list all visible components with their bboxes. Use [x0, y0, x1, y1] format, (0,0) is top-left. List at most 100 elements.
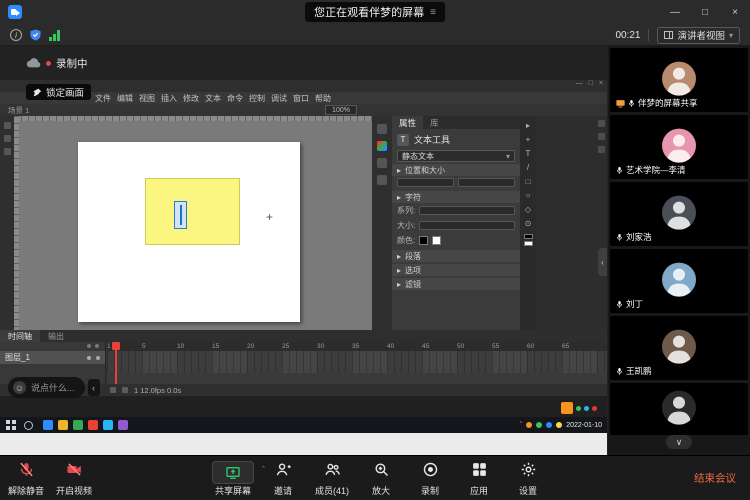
animate-close-icon[interactable]: × — [599, 80, 603, 87]
participant-tile[interactable]: 艺术学院—李清 — [610, 115, 748, 179]
share-screen-button[interactable]: ˆ 共享屏幕 — [212, 461, 254, 497]
participant-tile[interactable]: 王凯鹏 — [610, 316, 748, 380]
menu-item[interactable]: 修改 — [180, 93, 202, 104]
network-signal-icon[interactable] — [49, 30, 60, 41]
dock-icon[interactable] — [4, 148, 11, 155]
fill-color-chip[interactable] — [432, 236, 441, 245]
tray-icon[interactable] — [536, 422, 542, 428]
font-family-field[interactable] — [419, 206, 515, 215]
tab-library[interactable]: 库 — [423, 116, 446, 129]
share-screen-tile[interactable] — [212, 461, 254, 484]
rectangle-tool-icon[interactable]: □ — [526, 175, 531, 187]
visibility-icon[interactable] — [87, 344, 91, 348]
text-type-dropdown[interactable]: 静态文本 ▾ — [397, 150, 515, 162]
menu-item[interactable]: 窗口 — [290, 93, 312, 104]
panel-icon[interactable] — [377, 124, 387, 134]
banner-menu-icon[interactable]: ≡ — [430, 7, 436, 18]
menu-item[interactable]: 插入 — [158, 93, 180, 104]
stage-pasteboard[interactable]: + — [14, 116, 372, 330]
tray-icon[interactable] — [526, 422, 532, 428]
stage-zoom-select[interactable]: 100% — [325, 105, 357, 115]
lock-icon[interactable] — [95, 344, 99, 348]
section-position-size[interactable]: ▸ 位置和大小 — [392, 164, 520, 176]
caption-input[interactable]: ☺ 说点什么... — [8, 377, 85, 398]
zoom-button[interactable]: 放大 — [361, 461, 401, 497]
playhead[interactable] — [115, 342, 117, 384]
center-frame-icon[interactable] — [122, 387, 128, 393]
stage-canvas[interactable]: + — [78, 142, 300, 322]
invite-button[interactable]: 邀请 — [263, 461, 303, 497]
tab-properties[interactable]: 属性 — [392, 116, 423, 129]
tray-icon[interactable] — [556, 422, 562, 428]
sidebar-collapse-handle[interactable]: ‹ — [598, 248, 607, 276]
layout-view-button[interactable]: 演讲者视图 ▾ — [657, 27, 740, 44]
onion-skin-icon[interactable] — [110, 387, 116, 393]
subselection-tool-icon[interactable]: + — [526, 133, 531, 145]
animate-minimize-icon[interactable]: — — [576, 80, 583, 87]
menu-item[interactable]: 文件 — [92, 93, 114, 104]
text-cursor-box[interactable] — [174, 201, 187, 229]
section-filters[interactable]: ▸ 滤镜 — [392, 278, 520, 290]
font-size-field[interactable] — [419, 221, 515, 230]
scene-label[interactable]: 场景 1 — [8, 105, 29, 116]
text-tool-icon[interactable]: T — [526, 147, 531, 159]
dock-icon[interactable] — [598, 120, 605, 127]
taskbar-app-icon[interactable] — [73, 420, 83, 430]
taskbar-app-icon[interactable] — [118, 420, 128, 430]
selection-tool-icon[interactable]: ▸ — [526, 119, 530, 131]
section-options[interactable]: ▸ 选项 — [392, 264, 520, 276]
apps-button[interactable]: 应用 — [459, 461, 499, 497]
desktop-float-widget[interactable] — [561, 402, 597, 414]
security-shield-icon[interactable] — [30, 29, 41, 41]
menu-item[interactable]: 命令 — [224, 93, 246, 104]
layer-row[interactable]: 图层_1 — [0, 351, 105, 364]
settings-button[interactable]: 设置 — [508, 461, 548, 497]
participant-tile[interactable]: 刘家浩 — [610, 182, 748, 246]
tab-timeline[interactable]: 时间轴 — [0, 330, 40, 342]
section-character[interactable]: ▸ 字符 — [392, 191, 520, 203]
emoji-icon[interactable]: ☺ — [13, 381, 26, 394]
yellow-rectangle-shape[interactable] — [145, 178, 240, 245]
taskbar-clock[interactable]: 2022-01-10 — [566, 422, 602, 429]
dock-icon[interactable] — [598, 146, 605, 153]
share-options-caret-icon[interactable]: ˆ — [262, 465, 265, 475]
menu-item[interactable]: 控制 — [246, 93, 268, 104]
stroke-color-chip[interactable] — [419, 236, 428, 245]
taskbar-app-icon[interactable] — [103, 420, 113, 430]
minimize-button[interactable]: — — [660, 0, 690, 24]
caption-collapse-icon[interactable]: ‹ — [88, 379, 100, 396]
taskbar-app-icon[interactable] — [58, 420, 68, 430]
dock-icon[interactable] — [4, 135, 11, 142]
unmute-button[interactable]: 解除静音 — [6, 461, 46, 497]
line-tool-icon[interactable]: / — [527, 161, 529, 173]
x-field[interactable] — [397, 178, 454, 187]
sidebar-collapse-button[interactable]: ∨ — [666, 435, 692, 449]
dock-icon[interactable] — [4, 122, 11, 129]
frames-area[interactable]: 1 5 10 15 20 25 30 35 40 45 50 55 60 65 — [107, 342, 607, 384]
menu-item[interactable]: 文本 — [202, 93, 224, 104]
members-button[interactable]: 成员(41) — [312, 461, 352, 497]
frames-grid[interactable] — [107, 351, 607, 373]
tab-output[interactable]: 输出 — [40, 330, 72, 342]
participant-tile[interactable]: 伴梦的屏幕共享 — [610, 48, 748, 112]
lock-screen-button[interactable]: 锁定画面 — [26, 84, 91, 100]
maximize-button[interactable]: □ — [690, 0, 720, 24]
polystar-tool-icon[interactable]: ◇ — [525, 203, 531, 215]
panel-icon[interactable] — [377, 175, 387, 185]
search-icon[interactable] — [24, 421, 33, 430]
tray-expand-icon[interactable]: ˆ — [520, 422, 522, 429]
fill-color-chip[interactable] — [524, 241, 533, 246]
animate-maximize-icon[interactable]: □ — [589, 80, 593, 87]
zoom-tool-icon[interactable]: ⊙ — [525, 217, 532, 229]
y-field[interactable] — [458, 178, 515, 187]
start-button-icon[interactable] — [6, 420, 16, 430]
panel-icon[interactable] — [377, 158, 387, 168]
menu-item[interactable]: 帮助 — [312, 93, 334, 104]
widget-icon[interactable] — [561, 402, 573, 414]
menu-item[interactable]: 调试 — [268, 93, 290, 104]
oval-tool-icon[interactable]: ○ — [526, 189, 531, 201]
tray-icon[interactable] — [546, 422, 552, 428]
end-meeting-button[interactable]: 结束会议 — [694, 471, 736, 486]
section-paragraph[interactable]: ▸ 段落 — [392, 250, 520, 262]
taskbar-app-icon[interactable] — [43, 420, 53, 430]
